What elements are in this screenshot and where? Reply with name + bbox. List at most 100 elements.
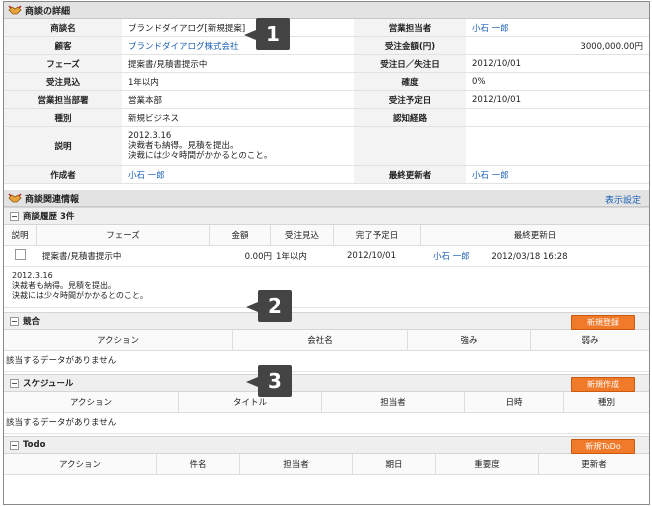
details-table: 商談名 ブランドダイアログ[新規提案] 営業担当者 小石 一郎 顧客 ブランドダ… bbox=[4, 19, 649, 184]
collapse-icon[interactable] bbox=[10, 378, 19, 388]
callout-marker: 3 bbox=[246, 365, 292, 397]
column-header: アクション bbox=[4, 454, 157, 475]
description-line: 決裁には少々時間がかかるとのこと。 bbox=[128, 151, 273, 161]
new-register-button[interactable]: 新規登録 bbox=[571, 315, 635, 330]
field-label: 受注金額(円) bbox=[354, 36, 466, 55]
schedule-title: スケジュール bbox=[23, 379, 74, 389]
field-value: 2012/10/01 bbox=[466, 54, 649, 73]
column-header: 最終更新日 bbox=[420, 225, 649, 246]
field-value: 2012/10/01 bbox=[466, 90, 649, 109]
column-header: 強み bbox=[407, 330, 531, 351]
details-title: 商談の詳細 bbox=[25, 6, 71, 17]
empty-message: 該当するデータがありません bbox=[4, 413, 649, 434]
history-header[interactable]: 商談履歴 3件 bbox=[4, 207, 649, 225]
schedule-header[interactable]: スケジュール 新規作成 bbox=[4, 374, 649, 392]
competitor-header[interactable]: 競合 新規登録 bbox=[4, 312, 649, 330]
callout-marker: 1 bbox=[244, 18, 290, 50]
field-value: 0% bbox=[466, 72, 649, 91]
column-header: 件名 bbox=[156, 454, 240, 475]
column-header: 受注見込 bbox=[270, 225, 334, 246]
history-user-link[interactable]: 小石 一郎 bbox=[433, 252, 470, 262]
column-header: フェーズ bbox=[36, 225, 210, 246]
field-label: 営業担当部署 bbox=[4, 90, 122, 109]
creator-link[interactable]: 小石 一郎 bbox=[122, 165, 354, 184]
history-updated-cell: 小石 一郎 2012/03/18 16:28 bbox=[432, 246, 649, 267]
callout-marker: 2 bbox=[246, 290, 292, 322]
detail-row: 顧客 ブランドダイアログ株式会社 受注金額(円) 3000,000.00円 bbox=[4, 36, 649, 55]
collapse-icon[interactable] bbox=[10, 440, 19, 450]
field-label: 受注日／失注日 bbox=[354, 54, 466, 73]
history-amount: 0.00円 bbox=[213, 246, 274, 267]
column-header: アクション bbox=[4, 330, 233, 351]
competitor-title: 競合 bbox=[23, 317, 41, 327]
todo-title: Todo bbox=[23, 440, 46, 450]
field-label: 営業担当者 bbox=[354, 19, 466, 37]
field-value: 新規ビジネス bbox=[122, 108, 354, 127]
todo-header[interactable]: Todo 新規ToDo bbox=[4, 436, 649, 454]
detail-row: 商談名 ブランドダイアログ[新規提案] 営業担当者 小石 一郎 bbox=[4, 19, 649, 37]
history-outlook: 1年以内 bbox=[274, 246, 337, 267]
history-title: 商談履歴 3件 bbox=[23, 212, 75, 222]
history-table: 説明 フェーズ 金額 受注見込 完了予定日 最終更新日 bbox=[4, 225, 649, 246]
new-schedule-button[interactable]: 新規作成 bbox=[571, 377, 635, 392]
field-value: 提案書/見積書提示中 bbox=[122, 54, 354, 73]
description-line: 2012.3.16 bbox=[128, 131, 172, 141]
column-header: 期日 bbox=[352, 454, 436, 475]
collapse-icon[interactable] bbox=[10, 211, 19, 221]
related-section-header: 商談関連情報 表示設定 bbox=[4, 190, 649, 207]
column-header: 担当者 bbox=[321, 392, 465, 413]
schedule-table: アクション タイトル 担当者 日時 種別 bbox=[4, 392, 649, 413]
detail-row: 作成者 小石 一郎 最終更新者 小石 一郎 bbox=[4, 165, 649, 184]
column-header: 会社名 bbox=[232, 330, 408, 351]
detail-row: フェーズ 提案書/見積書提示中 受注日／失注日 2012/10/01 bbox=[4, 54, 649, 73]
customer-link[interactable]: ブランドダイアログ株式会社 bbox=[122, 36, 354, 55]
field-label: 種別 bbox=[4, 108, 122, 127]
column-header: 金額 bbox=[209, 225, 271, 246]
field-label: 受注予定日 bbox=[354, 90, 466, 109]
history-due: 2012/10/01 bbox=[337, 246, 432, 267]
detail-window: 商談の詳細 商談名 ブランドダイアログ[新規提案] 営業担当者 小石 一郎 顧客… bbox=[3, 1, 650, 505]
history-updated: 2012/03/18 16:28 bbox=[491, 252, 568, 262]
field-label: 説明 bbox=[4, 126, 122, 166]
field-value: ブランドダイアログ[新規提案] bbox=[122, 19, 354, 37]
todo-table: アクション 件名 担当者 期日 重要度 更新者 bbox=[4, 454, 649, 475]
field-value bbox=[466, 126, 649, 166]
column-header: 更新者 bbox=[538, 454, 649, 475]
competitor-table: アクション 会社名 強み 弱み bbox=[4, 330, 649, 351]
expand-icon[interactable] bbox=[14, 249, 26, 260]
history-phase: 提案書/見積書提示中 bbox=[36, 246, 213, 267]
field-label: 作成者 bbox=[4, 165, 122, 184]
updater-link[interactable]: 小石 一郎 bbox=[466, 165, 649, 184]
column-header: タイトル bbox=[178, 392, 322, 413]
description-value: 2012.3.16 決裁者も納得。見積を提出。 決裁には少々時間がかかるとのこと… bbox=[122, 126, 354, 166]
history-row: 提案書/見積書提示中 0.00円 1年以内 2012/10/01 小石 一郎 2… bbox=[4, 246, 649, 267]
field-label: 受注見込 bbox=[4, 72, 122, 91]
description-line: 決裁者も納得。見積を提出。 bbox=[128, 141, 239, 151]
detail-row: 営業担当部署 営業本部 受注予定日 2012/10/01 bbox=[4, 90, 649, 109]
field-label: フェーズ bbox=[4, 54, 122, 73]
field-label: 最終更新者 bbox=[354, 165, 466, 184]
new-todo-button[interactable]: 新規ToDo bbox=[571, 439, 635, 454]
note-line: 決裁には少々時間がかかるとのこと。 bbox=[12, 291, 148, 300]
sales-rep-link[interactable]: 小石 一郎 bbox=[466, 19, 649, 37]
field-value: 3000,000.00円 bbox=[466, 36, 649, 55]
handshake-icon bbox=[8, 193, 22, 203]
field-value: 1年以内 bbox=[122, 72, 354, 91]
collapse-icon[interactable] bbox=[10, 316, 19, 326]
column-header: アクション bbox=[4, 392, 179, 413]
related-title: 商談関連情報 bbox=[25, 194, 80, 205]
note-line: 2012.3.16 bbox=[12, 271, 53, 280]
field-label bbox=[354, 126, 466, 166]
empty-message: 該当するデータがありません bbox=[4, 351, 649, 372]
column-header: 担当者 bbox=[239, 454, 353, 475]
field-label: 認知経路 bbox=[354, 108, 466, 127]
details-section-header: 商談の詳細 bbox=[4, 2, 649, 19]
column-header: 日時 bbox=[464, 392, 564, 413]
detail-row: 説明 2012.3.16 決裁者も納得。見積を提出。 決裁には少々時間がかかると… bbox=[4, 126, 649, 166]
column-header: 完了予定日 bbox=[333, 225, 421, 246]
handshake-icon bbox=[8, 5, 22, 15]
field-value bbox=[466, 108, 649, 127]
history-note: 2012.3.16 決裁者も納得。見積を提出。 決裁には少々時間がかかるとのこと… bbox=[4, 267, 649, 308]
display-settings-link[interactable]: 表示設定 bbox=[605, 193, 641, 206]
field-label: 顧客 bbox=[4, 36, 122, 55]
